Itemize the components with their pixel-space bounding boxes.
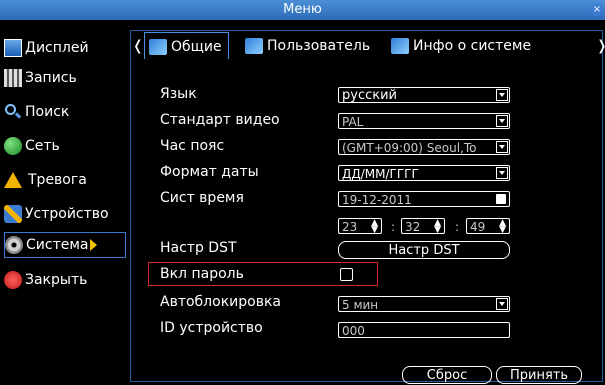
dst-settings-button[interactable]: Настр DST [338, 241, 510, 259]
second-spinner[interactable]: 49 ▲ ▼ [466, 218, 510, 235]
calendar-icon[interactable] [496, 194, 506, 204]
video-standard-label: Стандарт видео [160, 112, 280, 128]
date-format-select[interactable]: ДД/ММ/ГГГГ [338, 165, 510, 181]
tab-label: Общие [171, 39, 222, 55]
tab-label: Пользователь [267, 38, 371, 54]
sidebar-item-label: Система [26, 237, 89, 253]
sidebar-item-label: Поиск [25, 104, 70, 120]
tab-label: Инфо о системе [413, 38, 532, 54]
reset-button[interactable]: Сброс [402, 366, 492, 384]
spin-arrows-icon[interactable]: ▲ ▼ [499, 219, 506, 235]
spin-arrows-icon[interactable]: ▲ ▼ [371, 219, 378, 235]
tab-general[interactable]: Общие [144, 32, 229, 59]
timezone-select[interactable]: (GMT+09:00) Seoul,To [338, 139, 510, 155]
power-icon [4, 271, 22, 289]
network-icon [4, 137, 22, 155]
time-separator: : [455, 220, 460, 234]
sidebar-item-system[interactable]: Система [4, 232, 126, 258]
tab-scroll-left[interactable]: ❬ [132, 32, 144, 58]
sidebar-item-record[interactable]: Запись [4, 66, 128, 90]
sidebar-item-network[interactable]: Сеть [4, 134, 128, 158]
video-standard-select[interactable]: PAL [338, 113, 510, 129]
window-titlebar: Меню × [0, 0, 605, 20]
hour-spinner[interactable]: 23 ▲ ▼ [338, 218, 382, 235]
search-icon [4, 103, 22, 121]
system-time-label: Сист время [160, 190, 244, 206]
tab-user[interactable]: Пользователь [245, 32, 370, 58]
apply-button[interactable]: Принять [496, 366, 582, 384]
sidebar: Дисплей Запись Поиск Сеть Тревога Устрой… [0, 20, 128, 383]
sidebar-item-label: Закрыть [25, 272, 88, 288]
sidebar-item-display[interactable]: Дисплей [4, 36, 128, 60]
sidebar-item-label: Запись [25, 70, 77, 86]
time-separator: : [391, 220, 396, 234]
device-icon [4, 205, 22, 223]
user-tab-icon [245, 38, 263, 54]
tab-system-info[interactable]: Инфо о системе [391, 32, 531, 58]
active-arrow-icon [90, 239, 98, 251]
alarm-icon [4, 172, 22, 188]
close-icon[interactable]: × [591, 4, 603, 16]
chevron-down-icon[interactable] [496, 167, 508, 179]
minute-spinner[interactable]: 32 ▲ ▼ [401, 218, 445, 235]
date-format-label: Формат даты [160, 164, 259, 180]
chevron-down-icon[interactable] [496, 115, 508, 127]
sidebar-item-label: Сеть [25, 138, 60, 154]
sidebar-item-close[interactable]: Закрыть [4, 268, 128, 292]
language-label: Язык [160, 86, 197, 102]
password-checkbox[interactable] [340, 268, 353, 281]
sidebar-item-device[interactable]: Устройство [4, 202, 128, 226]
record-icon [4, 69, 22, 87]
system-date-field[interactable]: 19-12-2011 [338, 191, 510, 207]
spin-arrows-icon[interactable]: ▲ ▼ [434, 219, 441, 235]
system-gear-icon [5, 236, 23, 254]
device-id-input[interactable]: 000 [338, 322, 510, 338]
autolock-label: Автоблокировка [160, 294, 281, 310]
tab-bar: ❬ Общие Пользователь Инфо о системе ❭ [130, 32, 605, 60]
dst-label: Настр DST [160, 240, 237, 256]
general-tab-icon [149, 39, 167, 55]
sidebar-item-search[interactable]: Поиск [4, 100, 128, 124]
sidebar-item-label: Устройство [25, 206, 109, 222]
language-select[interactable]: русский [338, 87, 510, 103]
info-tab-icon [391, 38, 409, 54]
autolock-select[interactable]: 5 мин [338, 296, 510, 312]
tab-scroll-right[interactable]: ❭ [596, 32, 605, 58]
sidebar-item-label: Дисплей [25, 40, 89, 56]
sidebar-item-label: Тревога [28, 172, 87, 188]
timezone-label: Час пояс [160, 138, 225, 154]
chevron-down-icon[interactable] [496, 141, 508, 153]
window-title: Меню [283, 2, 322, 17]
sidebar-item-alarm[interactable]: Тревога [4, 168, 128, 192]
chevron-down-icon[interactable] [496, 298, 508, 310]
device-id-label: ID устройство [160, 320, 263, 336]
display-icon [4, 39, 22, 57]
chevron-down-icon[interactable] [496, 89, 508, 101]
